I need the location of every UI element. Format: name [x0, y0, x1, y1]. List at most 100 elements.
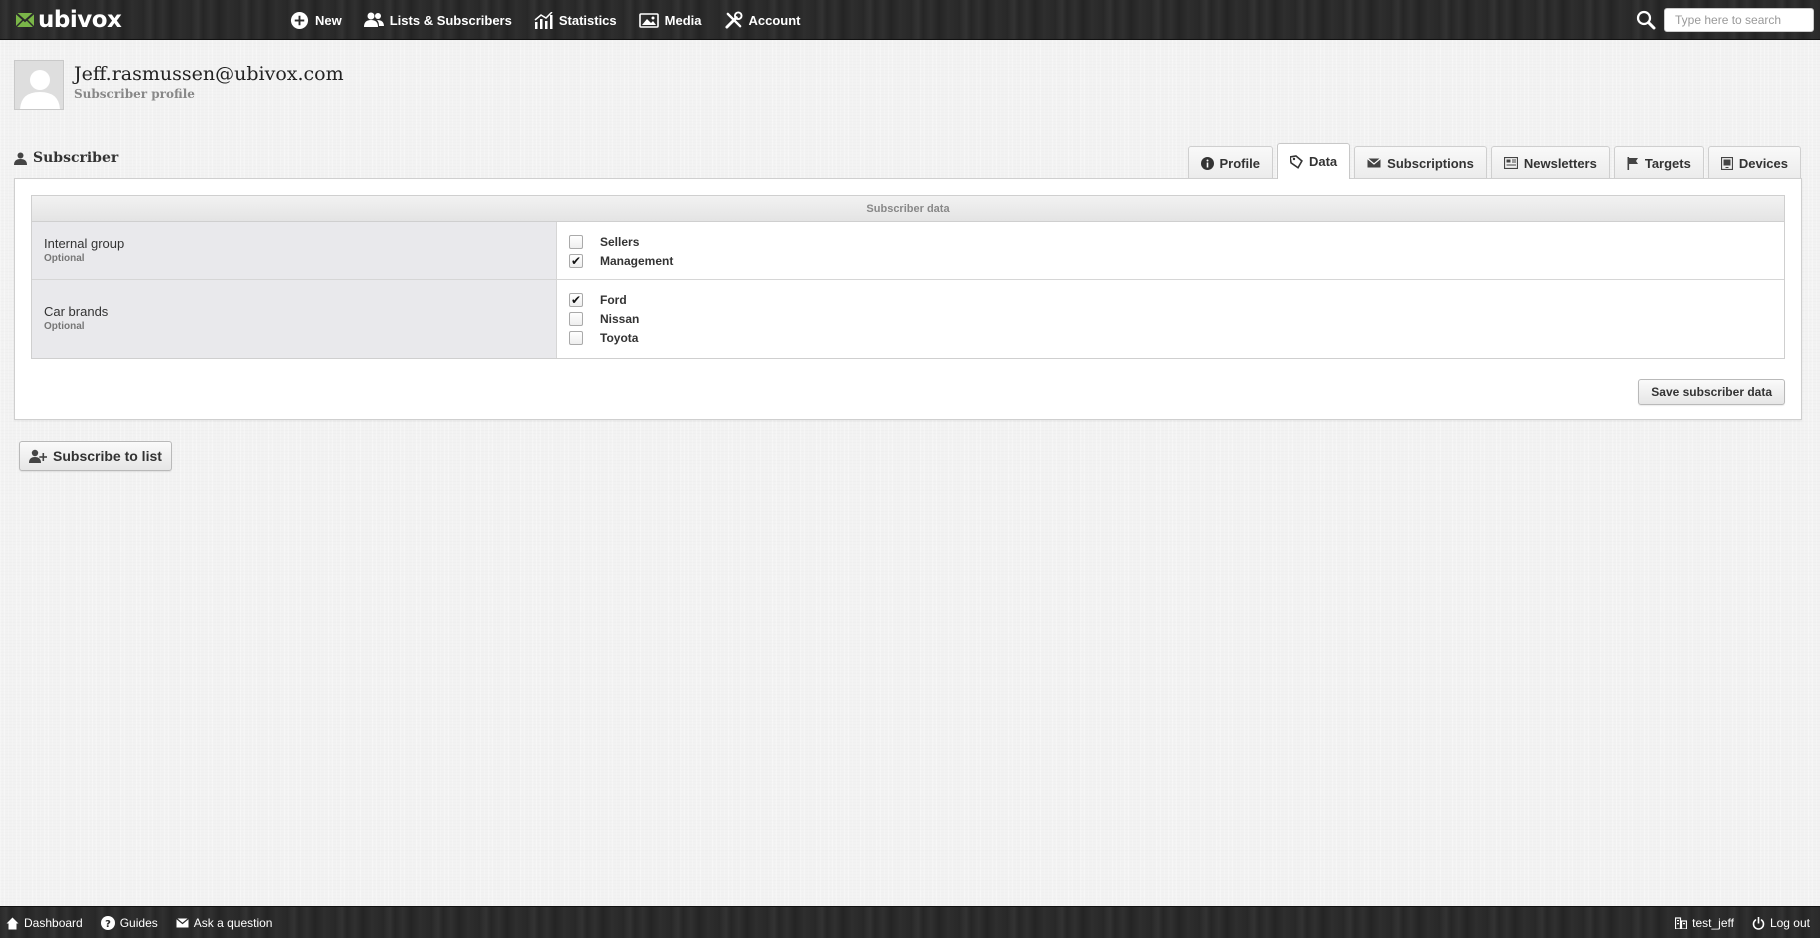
- mail-icon: [175, 918, 189, 928]
- info-icon: [1200, 156, 1214, 170]
- section-title-text: Subscriber: [33, 150, 119, 166]
- svg-text:?: ?: [105, 919, 111, 930]
- tab-label: Profile: [1219, 155, 1260, 171]
- device-icon: [1720, 156, 1733, 170]
- row-label-cell: Internal group Optional: [32, 222, 557, 279]
- home-icon: [6, 917, 19, 929]
- envelope-logo-icon: [16, 13, 34, 27]
- tab-data[interactable]: Data: [1276, 143, 1351, 179]
- nav-label: Media: [664, 12, 702, 28]
- field-name: Car brands: [44, 304, 109, 319]
- ubivox-logo[interactable]: ubivox: [16, 6, 122, 34]
- footer-bar: Dashboard ? Guides Ask a question test_j…: [0, 906, 1820, 938]
- tab-subscriptions[interactable]: Subscriptions: [1354, 146, 1487, 179]
- footer-label: Guides: [119, 916, 158, 930]
- help-icon: ?: [100, 916, 115, 930]
- nav-statistics[interactable]: Statistics: [534, 11, 617, 29]
- subscriber-data-table: Subscriber data Internal group Optional …: [31, 195, 1785, 359]
- flag-icon: [1627, 156, 1638, 170]
- page-subtitle: Subscriber profile: [74, 87, 195, 101]
- footer-label: test_jeff: [1692, 916, 1734, 930]
- table-row: Car brands Optional ✔ Ford Nissan Toyota: [32, 280, 1784, 358]
- nav-label: New: [315, 12, 342, 28]
- tab-targets[interactable]: Targets: [1613, 146, 1704, 179]
- tab-label: Newsletters: [1523, 155, 1597, 171]
- footer-dashboard[interactable]: Dashboard: [6, 916, 83, 930]
- image-icon: [638, 13, 659, 28]
- row-values-cell: ✔ Ford Nissan Toyota: [557, 280, 1784, 358]
- button-label: Subscribe to list: [53, 448, 162, 464]
- option-label: Toyota: [600, 330, 639, 345]
- save-subscriber-data-button[interactable]: Save subscriber data: [1638, 379, 1785, 405]
- user-icon: [14, 152, 27, 165]
- checkbox-checked[interactable]: ✔: [569, 253, 583, 268]
- profile-tabs: Profile Data Subscriptions Newsletters T…: [1187, 143, 1801, 179]
- footer-label: Dashboard: [24, 916, 83, 930]
- top-navigation-bar: ubivox New Lists & Subscribers Statistic…: [0, 0, 1820, 40]
- chart-icon: [534, 11, 553, 29]
- page-title: Jeff.rasmussen@ubivox.com: [74, 63, 344, 85]
- field-name: Internal group: [44, 236, 125, 251]
- option-label: Ford: [600, 292, 627, 307]
- table-header: Subscriber data: [32, 196, 1784, 222]
- option-label: Sellers: [600, 234, 640, 249]
- nav-label: Account: [748, 12, 801, 28]
- plus-circle-icon: [290, 11, 309, 29]
- footer-label: Ask a question: [193, 916, 273, 930]
- option-sellers[interactable]: Sellers: [569, 232, 1772, 251]
- subscriber-data-panel: Subscriber data Internal group Optional …: [14, 178, 1802, 420]
- checkbox[interactable]: [569, 330, 583, 345]
- footer-guides[interactable]: ? Guides: [100, 916, 158, 930]
- logo-text: ubivox: [38, 7, 122, 33]
- tab-profile[interactable]: Profile: [1187, 146, 1273, 179]
- field-hint: Optional: [44, 253, 85, 264]
- tab-newsletters[interactable]: Newsletters: [1490, 146, 1610, 179]
- checkbox[interactable]: [569, 311, 583, 326]
- row-label-cell: Car brands Optional: [32, 280, 557, 358]
- option-toyota[interactable]: Toyota: [569, 328, 1772, 347]
- footer-account-name[interactable]: test_jeff: [1675, 916, 1734, 930]
- row-values-cell: Sellers ✔ Management: [557, 222, 1784, 279]
- field-hint: Optional: [44, 321, 85, 332]
- power-icon: [1752, 916, 1765, 930]
- search-input[interactable]: [1664, 8, 1814, 32]
- section-title: Subscriber: [14, 150, 118, 166]
- footer-label: Log out: [1769, 916, 1810, 930]
- tab-label: Targets: [1644, 155, 1691, 171]
- tab-label: Devices: [1738, 155, 1788, 171]
- table-row: Internal group Optional Sellers ✔ Manage…: [32, 222, 1784, 280]
- checkbox-checked[interactable]: ✔: [569, 292, 583, 307]
- option-label: Management: [600, 253, 674, 268]
- checkbox[interactable]: [569, 234, 583, 249]
- nav-label: Statistics: [558, 12, 617, 28]
- tag-icon: [1289, 154, 1303, 169]
- option-label: Nissan: [600, 311, 640, 326]
- option-ford[interactable]: ✔ Ford: [569, 290, 1772, 309]
- newspaper-icon: [1503, 157, 1518, 169]
- nav-media[interactable]: Media: [638, 12, 702, 28]
- nav-label: Lists & Subscribers: [389, 12, 512, 28]
- envelope-icon: [1367, 158, 1382, 168]
- users-icon: [363, 12, 384, 27]
- footer-right-links: test_jeff Log out: [1657, 907, 1810, 938]
- nav-lists-subscribers[interactable]: Lists & Subscribers: [363, 12, 512, 28]
- footer-ask-question[interactable]: Ask a question: [175, 916, 273, 930]
- building-icon: [1675, 917, 1688, 929]
- search-area: [1636, 0, 1820, 40]
- nav-new[interactable]: New: [290, 11, 342, 30]
- main-nav: New Lists & Subscribers Statistics Media…: [290, 0, 823, 40]
- add-user-icon: [29, 449, 47, 463]
- option-management[interactable]: ✔ Management: [569, 251, 1772, 270]
- default-avatar-icon: [15, 61, 63, 109]
- tools-icon: [724, 10, 743, 29]
- tab-label: Subscriptions: [1387, 155, 1474, 171]
- footer-log-out[interactable]: Log out: [1752, 916, 1810, 930]
- footer-left-links: Dashboard ? Guides Ask a question: [6, 907, 290, 938]
- tab-label: Data: [1308, 154, 1338, 169]
- search-icon[interactable]: [1636, 10, 1656, 30]
- option-nissan[interactable]: Nissan: [569, 309, 1772, 328]
- nav-account[interactable]: Account: [724, 10, 801, 30]
- subscribe-to-list-button[interactable]: Subscribe to list: [19, 441, 172, 471]
- tab-devices[interactable]: Devices: [1707, 146, 1801, 179]
- avatar: [14, 60, 64, 110]
